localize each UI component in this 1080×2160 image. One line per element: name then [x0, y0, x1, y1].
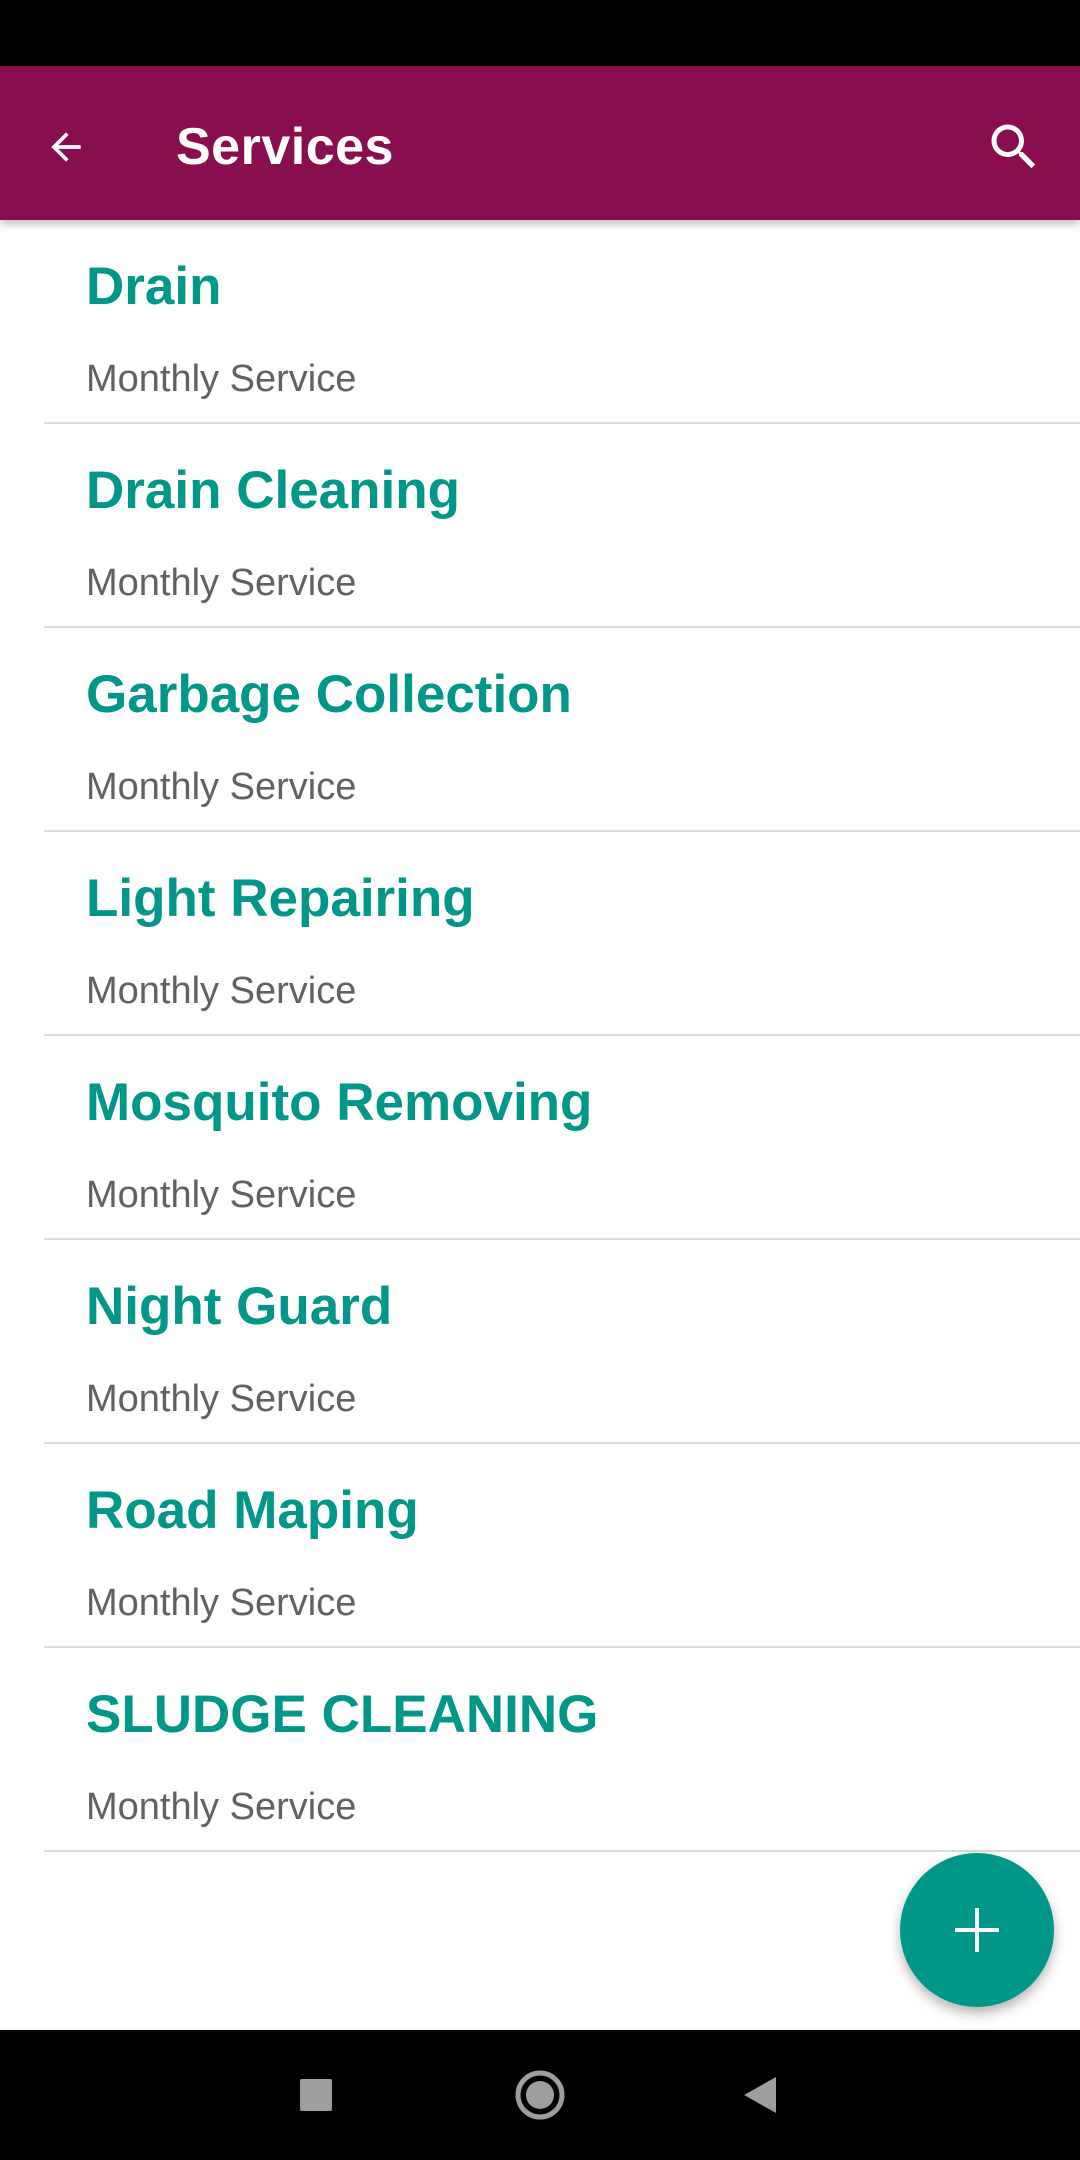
list-item[interactable]: Garbage Collection Monthly Service	[44, 628, 1080, 832]
list-item[interactable]: SLUDGE CLEANING Monthly Service	[44, 1648, 1080, 1852]
list-item[interactable]: Road Maping Monthly Service	[44, 1444, 1080, 1648]
service-name: Drain	[86, 257, 222, 316]
circle-icon	[515, 2070, 565, 2120]
list-item[interactable]: Drain Cleaning Monthly Service	[44, 424, 1080, 628]
status-bar	[0, 0, 1080, 66]
service-name: Garbage Collection	[86, 665, 572, 724]
service-name: Night Guard	[86, 1277, 393, 1336]
service-list: Drain Monthly Service Drain Cleaning Mon…	[0, 220, 1080, 1852]
square-icon	[300, 2079, 332, 2111]
page-title: Services	[176, 118, 394, 176]
back-button[interactable]	[24, 105, 108, 189]
search-button[interactable]	[972, 105, 1056, 189]
service-name: Drain Cleaning	[86, 461, 461, 520]
service-type: Monthly Service	[86, 562, 357, 604]
add-service-button[interactable]	[900, 1853, 1054, 2007]
triangle-back-icon	[744, 2077, 776, 2113]
arrow-back-icon	[51, 132, 81, 162]
service-name: Light Repairing	[86, 869, 475, 928]
service-type: Monthly Service	[86, 766, 357, 808]
system-nav-bar	[0, 2030, 1080, 2160]
service-name: SLUDGE CLEANING	[86, 1685, 599, 1744]
search-icon	[991, 124, 1036, 169]
service-type: Monthly Service	[86, 970, 357, 1012]
service-type: Monthly Service	[86, 1378, 357, 1420]
service-name: Mosquito Removing	[86, 1073, 593, 1132]
service-type: Monthly Service	[86, 358, 357, 400]
service-type: Monthly Service	[86, 1174, 357, 1216]
service-type: Monthly Service	[86, 1786, 357, 1828]
service-name: Road Maping	[86, 1481, 419, 1540]
home-button[interactable]	[480, 2030, 600, 2160]
list-item[interactable]: Drain Monthly Service	[44, 220, 1080, 424]
service-type: Monthly Service	[86, 1582, 357, 1624]
recents-button[interactable]	[256, 2030, 376, 2160]
plus-icon	[955, 1908, 999, 1952]
list-item[interactable]: Light Repairing Monthly Service	[44, 832, 1080, 1036]
app-bar: Services	[0, 66, 1080, 220]
list-item[interactable]: Night Guard Monthly Service	[44, 1240, 1080, 1444]
back-nav-button[interactable]	[700, 2030, 820, 2160]
list-item[interactable]: Mosquito Removing Monthly Service	[44, 1036, 1080, 1240]
